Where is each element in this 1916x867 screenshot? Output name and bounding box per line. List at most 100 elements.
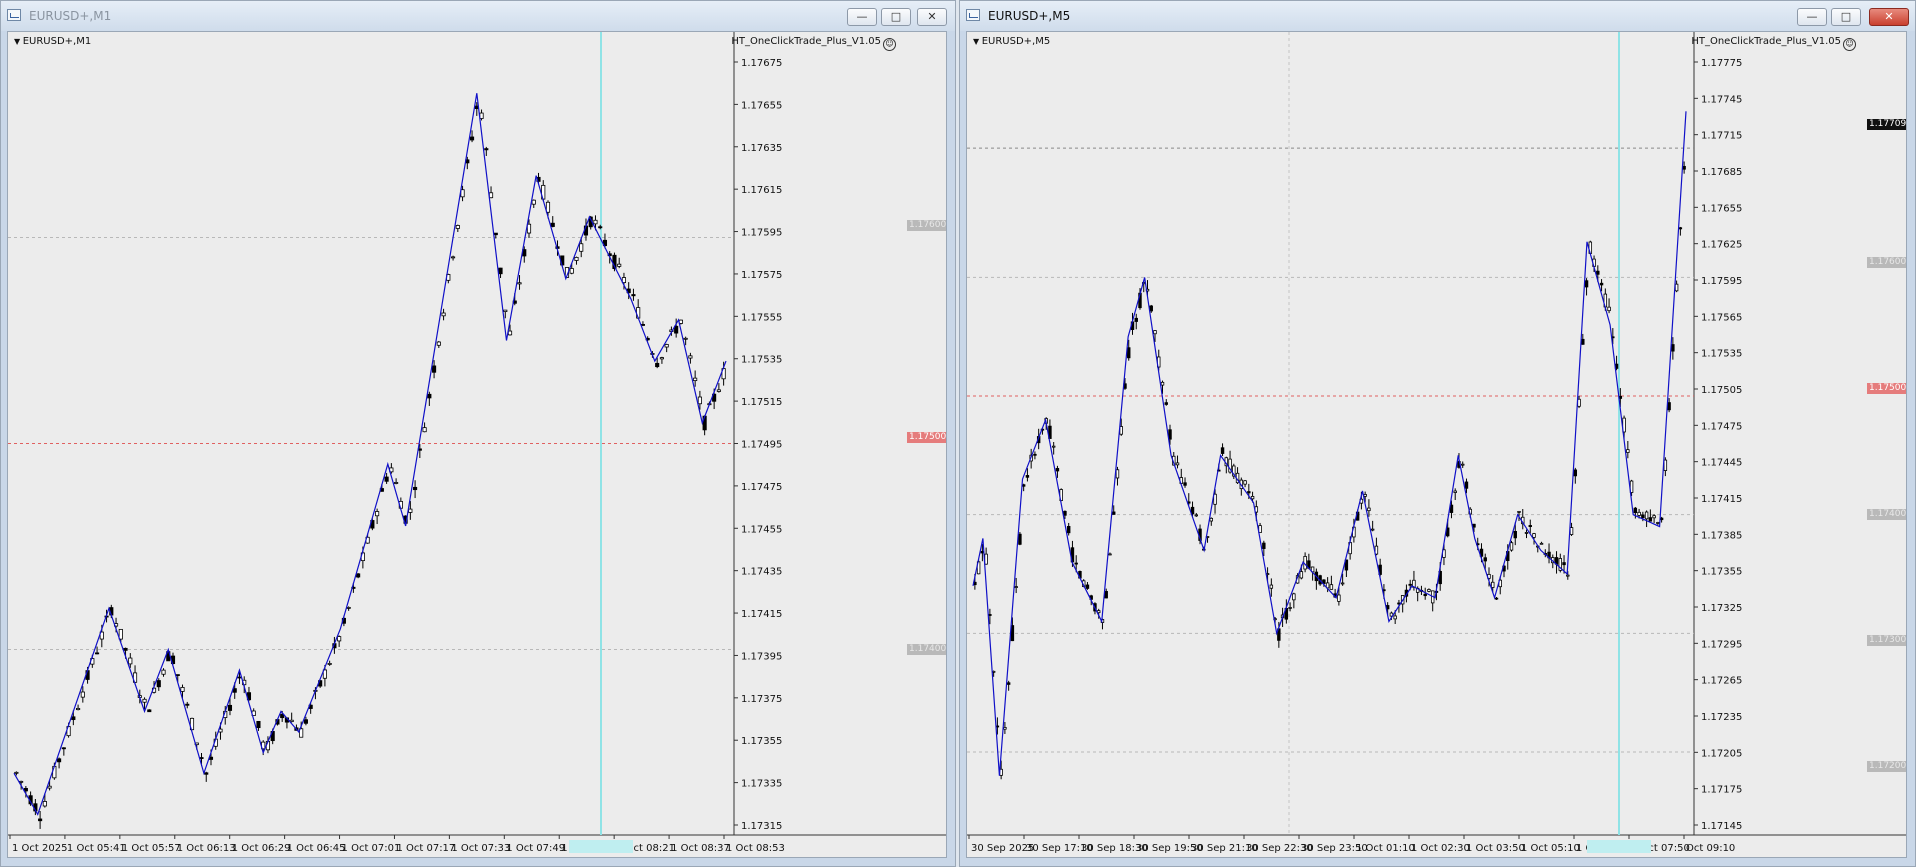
candle-body xyxy=(1006,682,1011,685)
window-titlebar[interactable]: EURUSD+,M5 — □ ✕ xyxy=(960,1,1915,31)
candle-body xyxy=(408,508,413,513)
candle-body xyxy=(1562,562,1566,566)
candle-body xyxy=(1528,525,1532,527)
candle-body xyxy=(147,709,152,713)
candle-body xyxy=(488,192,494,199)
minimize-button[interactable]: — xyxy=(1797,8,1827,26)
price-chart-svg[interactable]: 1.17675 1.17655 1.17635 1.17615 1.17595 1.175… xyxy=(8,32,947,858)
price-tick-label: 1.17315 xyxy=(741,821,782,832)
candle-body xyxy=(1209,517,1214,522)
chart-window-m5[interactable]: EURUSD+,M5 — □ ✕ 1.17775 1.17745 1.17715 1.… xyxy=(959,0,1916,867)
price-tick-label: 1.17715 xyxy=(1701,131,1742,142)
time-tick-label: 1 Oct 2025 xyxy=(12,843,67,854)
price-tick-label: 1.17565 xyxy=(1701,312,1742,323)
candle-body xyxy=(61,747,66,750)
candle-body xyxy=(451,256,456,259)
price-tick-label: 1.17355 xyxy=(741,736,782,747)
symbol-label[interactable]: EURUSD+,M5 xyxy=(973,36,1051,47)
maximize-button[interactable]: □ xyxy=(1831,8,1861,26)
price-level-tag: 1.17600 xyxy=(1867,257,1907,268)
candle-body xyxy=(1363,494,1367,497)
candle-body xyxy=(988,614,992,616)
candle-body xyxy=(1243,480,1247,485)
price-tick-label: 1.17335 xyxy=(741,779,782,790)
price-tick-label: 1.17775 xyxy=(1701,58,1742,69)
candle-body xyxy=(1164,402,1168,405)
price-tick-label: 1.17235 xyxy=(1701,712,1742,723)
price-tick-label: 1.17445 xyxy=(1701,458,1742,469)
candle-body xyxy=(574,256,579,261)
candle-body xyxy=(1367,507,1371,512)
candle-body xyxy=(199,757,204,759)
price-tick-label: 1.17455 xyxy=(741,524,782,535)
price-tick-label: 1.17575 xyxy=(741,270,782,281)
candle-body xyxy=(1134,317,1138,322)
candle-body xyxy=(422,427,427,433)
price-chart-svg[interactable]: 1.17775 1.17745 1.17715 1.17685 1.17655 1.176… xyxy=(967,32,1907,858)
price-level-tag: 1.17600 xyxy=(907,220,947,231)
candle-body xyxy=(617,263,622,267)
candle-body xyxy=(1160,381,1165,386)
candle-body xyxy=(507,330,513,336)
candle-body xyxy=(1175,462,1180,466)
candle-body xyxy=(1292,593,1296,601)
candle-body xyxy=(655,362,660,368)
candle-body xyxy=(1247,491,1251,494)
maximize-button[interactable]: □ xyxy=(881,8,911,26)
chart-window-m1[interactable]: EURUSD+,M1 — □ ✕ 1.17675 1.17655 1.17635 1.… xyxy=(0,0,956,867)
candle-body xyxy=(1671,344,1675,352)
candle-body xyxy=(337,636,342,642)
candle-body xyxy=(1108,553,1112,556)
candle-body xyxy=(23,788,28,792)
candle-body xyxy=(1453,490,1457,493)
candle-body xyxy=(1115,469,1120,479)
candle-body xyxy=(579,243,584,252)
time-tick-label: 1 Oct 07:01 xyxy=(342,843,401,854)
price-tick-label: 1.17325 xyxy=(1701,603,1742,614)
candle-body xyxy=(1461,463,1465,466)
close-button[interactable]: ✕ xyxy=(1869,8,1909,26)
candle-body xyxy=(1288,607,1292,609)
symbol-label[interactable]: EURUSD+,M1 xyxy=(14,36,92,47)
time-marker-label xyxy=(569,840,633,853)
candle-body xyxy=(1104,591,1108,599)
candle-body xyxy=(432,365,437,373)
candle-body xyxy=(1033,453,1037,456)
price-tick-label: 1.17205 xyxy=(1701,748,1742,759)
chart-area[interactable]: 1.17775 1.17745 1.17715 1.17685 1.17655 1.176… xyxy=(966,31,1907,858)
expert-advisor-label[interactable]: HT_OneClickTrade_Plus_V1.05 ☺ xyxy=(731,36,896,51)
candle-body xyxy=(1652,515,1656,519)
candle-body xyxy=(1524,532,1529,534)
time-tick-label: 1 Oct 06:29 xyxy=(232,843,291,854)
time-tick-label: 1 Oct 05:57 xyxy=(122,843,181,854)
price-level-tag: 1.17300 xyxy=(1867,635,1907,646)
close-button[interactable]: ✕ xyxy=(917,8,947,26)
expert-advisor-label[interactable]: HT_OneClickTrade_Plus_V1.05 ☺ xyxy=(1691,36,1856,51)
price-level-tag: 1.17400 xyxy=(907,644,947,655)
candle-body xyxy=(593,219,598,225)
current-price-tag: 1.17709 xyxy=(1867,119,1907,130)
candle-body xyxy=(161,669,166,675)
minimize-button[interactable]: — xyxy=(847,8,877,26)
price-tick-label: 1.17635 xyxy=(741,143,782,154)
candle-body xyxy=(204,772,209,775)
candle-body xyxy=(984,553,988,565)
time-tick-label: 1 Oct 05:41 xyxy=(67,843,126,854)
candle-body xyxy=(303,719,308,724)
price-tick-label: 1.17385 xyxy=(1701,530,1742,541)
candle-body xyxy=(1667,402,1671,411)
ea-name: HT_OneClickTrade_Plus_V1.05 xyxy=(1691,36,1841,47)
candle-body xyxy=(1127,347,1131,359)
smiley-icon: ☺ xyxy=(883,38,896,51)
price-tick-label: 1.17505 xyxy=(1701,385,1742,396)
price-tick-label: 1.17655 xyxy=(1701,203,1742,214)
candle-body xyxy=(1427,589,1431,592)
window-titlebar[interactable]: EURUSD+,M1 — □ ✕ xyxy=(1,1,955,31)
candle-body xyxy=(71,716,76,721)
price-tick-label: 1.17295 xyxy=(1701,639,1742,650)
ea-name: HT_OneClickTrade_Plus_V1.05 xyxy=(731,36,881,47)
candle-body xyxy=(697,396,702,405)
candle-body xyxy=(1018,533,1022,545)
chart-area[interactable]: 1.17675 1.17655 1.17635 1.17615 1.17595 1.175… xyxy=(7,31,947,858)
candle-body xyxy=(664,344,669,348)
